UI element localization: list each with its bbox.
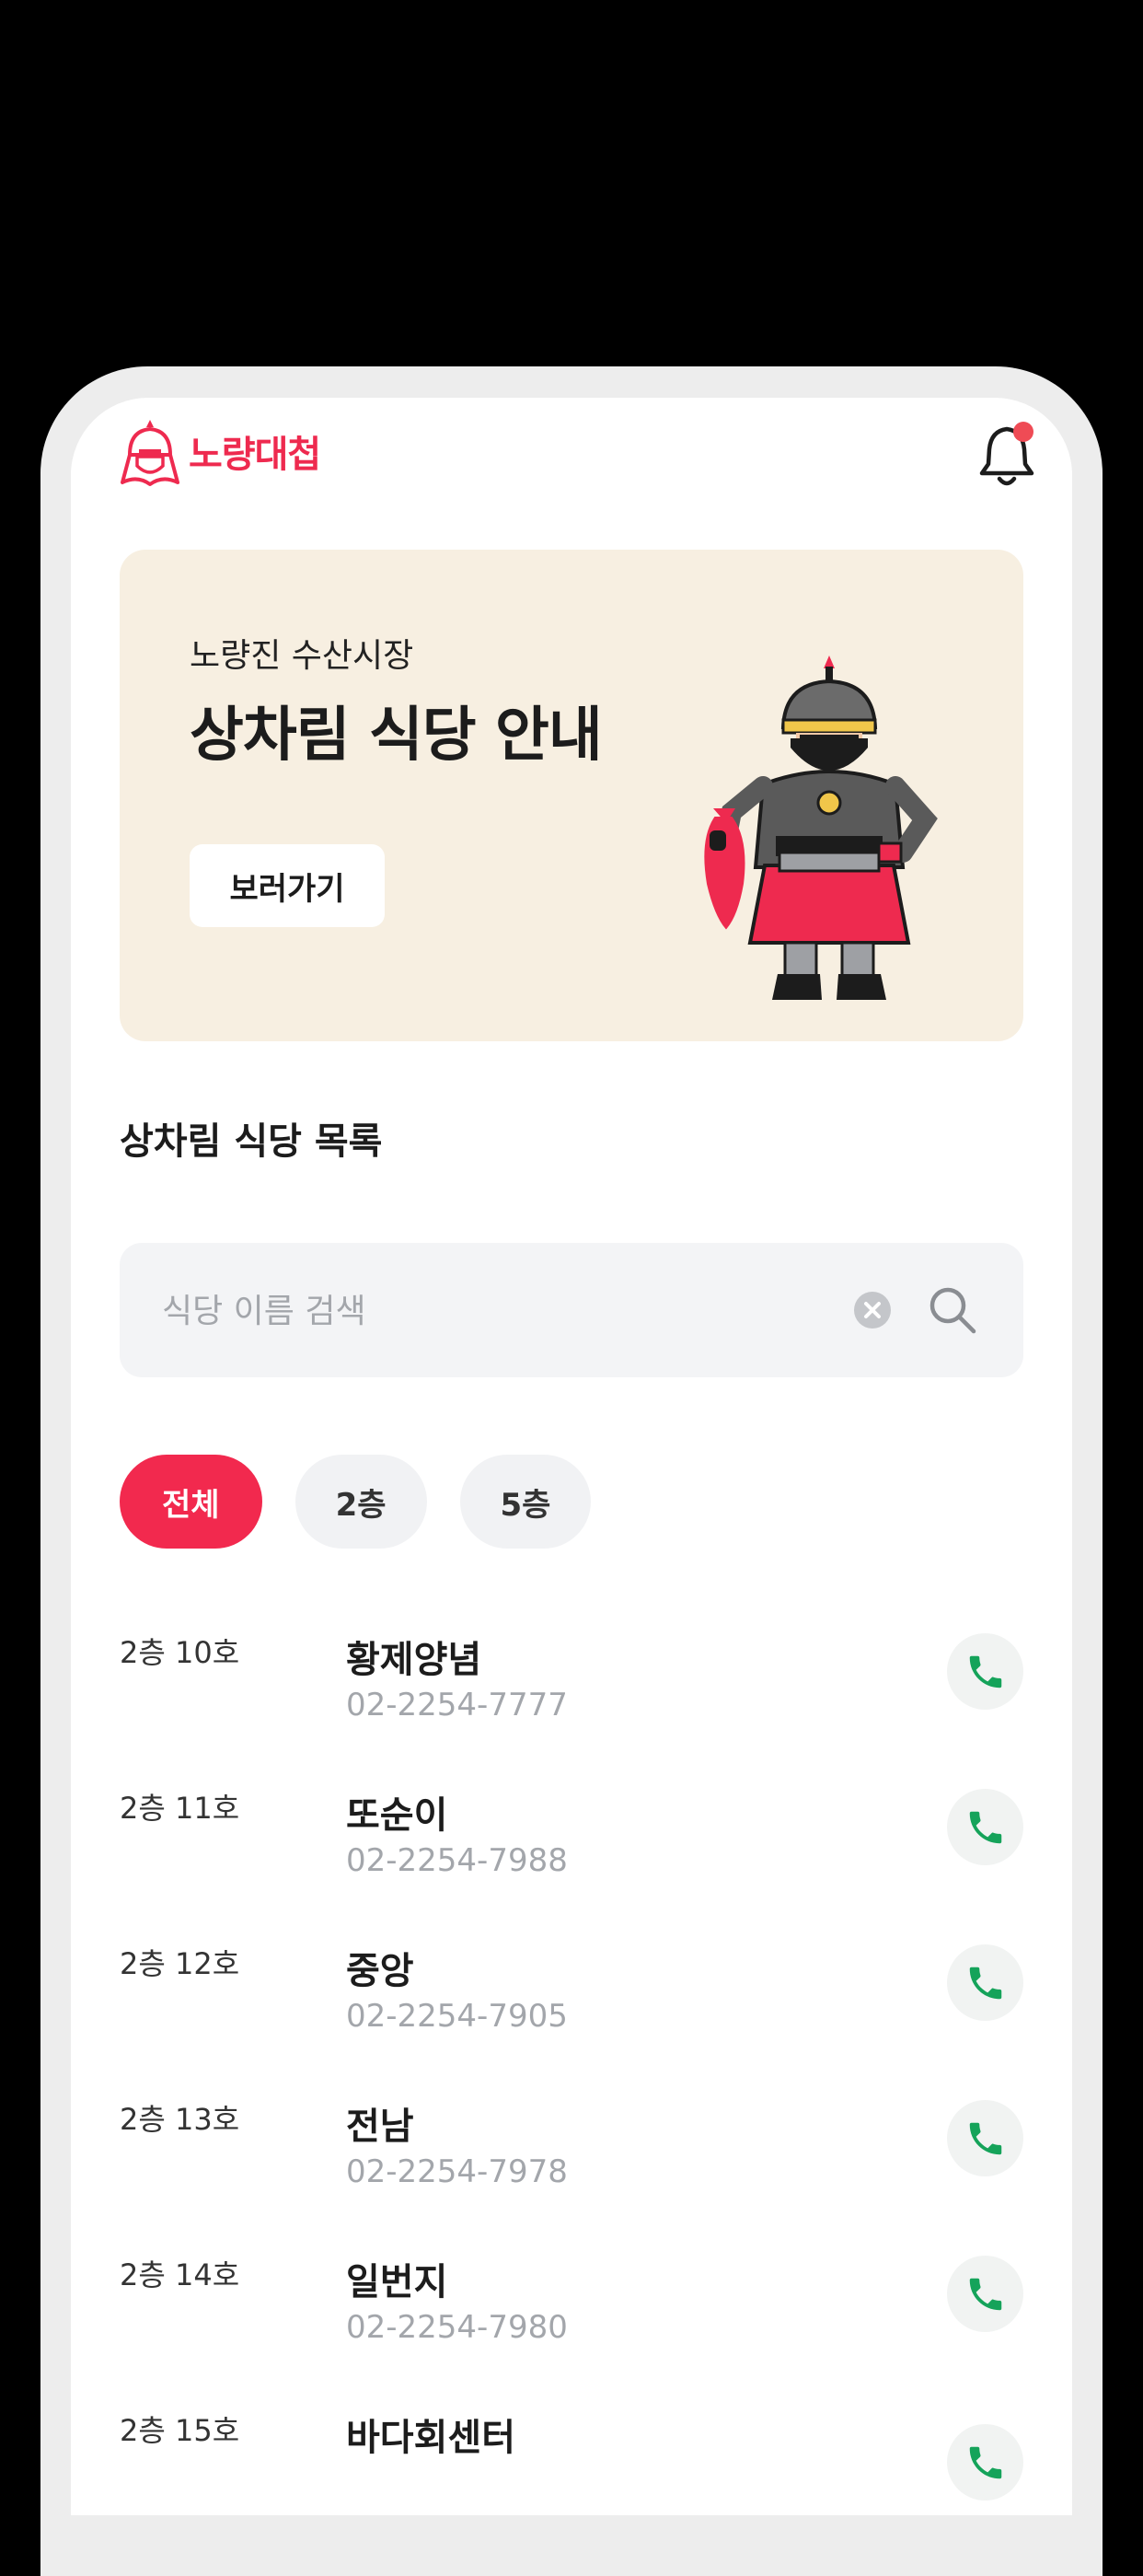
restaurant-list-title: 상차림 식당 목록 bbox=[120, 1120, 383, 1163]
floor-filter-chips: 전체 2층 5층 bbox=[120, 1455, 592, 1549]
phone-icon bbox=[969, 1967, 1001, 1999]
admiral-logo-icon bbox=[121, 420, 179, 486]
call-button[interactable] bbox=[947, 1633, 1023, 1710]
search-bar bbox=[120, 1243, 1023, 1379]
filter-chip-floor-2[interactable]: 2층 bbox=[294, 1455, 427, 1549]
restaurant-location: 2층 13호 bbox=[120, 2102, 240, 2137]
logo-text: 노량대첩 bbox=[189, 434, 321, 476]
search-input[interactable] bbox=[160, 1243, 808, 1379]
filter-chip-floor-5[interactable]: 5층 bbox=[459, 1455, 592, 1549]
clear-icon[interactable] bbox=[853, 1291, 892, 1329]
call-button[interactable] bbox=[947, 1789, 1023, 1865]
banner-title: 상차림 식당 안내 bbox=[190, 702, 603, 770]
filter-chip-all[interactable]: 전체 bbox=[120, 1455, 262, 1549]
list-item[interactable]: 2층 12호 중앙 02-2254-7905 bbox=[71, 1941, 1072, 2097]
call-button[interactable] bbox=[947, 2100, 1023, 2176]
list-item[interactable]: 2층 15호 바다회센터 bbox=[71, 2408, 1072, 2515]
restaurant-phone: 02-2254-7980 bbox=[346, 2309, 568, 2346]
restaurant-location: 2층 12호 bbox=[120, 1946, 240, 1981]
list-item[interactable]: 2층 10호 황제양념 02-2254-7777 bbox=[71, 1630, 1072, 1786]
banner-subtitle: 노량진 수산시장 bbox=[190, 637, 414, 675]
list-item[interactable]: 2층 14호 일번지 02-2254-7980 bbox=[71, 2252, 1072, 2408]
promo-banner[interactable]: 노량진 수산시장 상차림 식당 안내 보러가기 bbox=[120, 550, 1023, 1041]
search-icon[interactable] bbox=[926, 1283, 977, 1335]
call-button[interactable] bbox=[947, 1944, 1023, 2021]
restaurant-name: 바다회센터 bbox=[346, 2417, 515, 2459]
phone-icon bbox=[969, 1811, 1001, 1843]
list-item[interactable]: 2층 13호 전남 02-2254-7978 bbox=[71, 2096, 1072, 2253]
restaurant-name: 중앙 bbox=[346, 1950, 414, 1992]
restaurant-name: 황제양념 bbox=[346, 1639, 482, 1681]
app-header: 노량대첩 bbox=[71, 398, 1072, 517]
restaurant-phone: 02-2254-7905 bbox=[346, 1998, 568, 2035]
restaurant-name: 또순이 bbox=[346, 1794, 448, 1837]
list-item[interactable]: 2층 11호 또순이 02-2254-7988 bbox=[71, 1785, 1072, 1942]
phone-icon bbox=[969, 2278, 1001, 2310]
restaurant-name: 일번지 bbox=[346, 2261, 448, 2303]
view-button[interactable]: 보러가기 bbox=[190, 844, 385, 927]
app-screen: 노량대첩 노량진 수산시장 상차림 식당 안내 보러가기 상차림 식당 목록 식… bbox=[71, 398, 1072, 2515]
restaurant-location: 2층 14호 bbox=[120, 2257, 240, 2292]
call-button[interactable] bbox=[947, 2424, 1023, 2501]
call-button[interactable] bbox=[947, 2256, 1023, 2332]
restaurant-location: 2층 10호 bbox=[120, 1635, 240, 1670]
restaurant-phone: 02-2254-7988 bbox=[346, 1842, 568, 1879]
restaurant-phone: 02-2254-7777 bbox=[346, 1687, 568, 1723]
notification-badge bbox=[1013, 422, 1033, 442]
restaurant-name: 전남 bbox=[346, 2106, 414, 2148]
restaurant-location: 2층 15호 bbox=[120, 2413, 240, 2448]
phone-icon bbox=[969, 2122, 1001, 2154]
admiral-mascot-illustration bbox=[704, 656, 938, 1000]
phone-icon bbox=[969, 1655, 1001, 1688]
notification-button[interactable] bbox=[975, 418, 1039, 490]
restaurant-location: 2층 11호 bbox=[120, 1791, 240, 1826]
app-logo[interactable]: 노량대첩 bbox=[117, 414, 321, 488]
phone-icon bbox=[969, 2446, 1001, 2478]
restaurant-phone: 02-2254-7978 bbox=[346, 2153, 568, 2190]
